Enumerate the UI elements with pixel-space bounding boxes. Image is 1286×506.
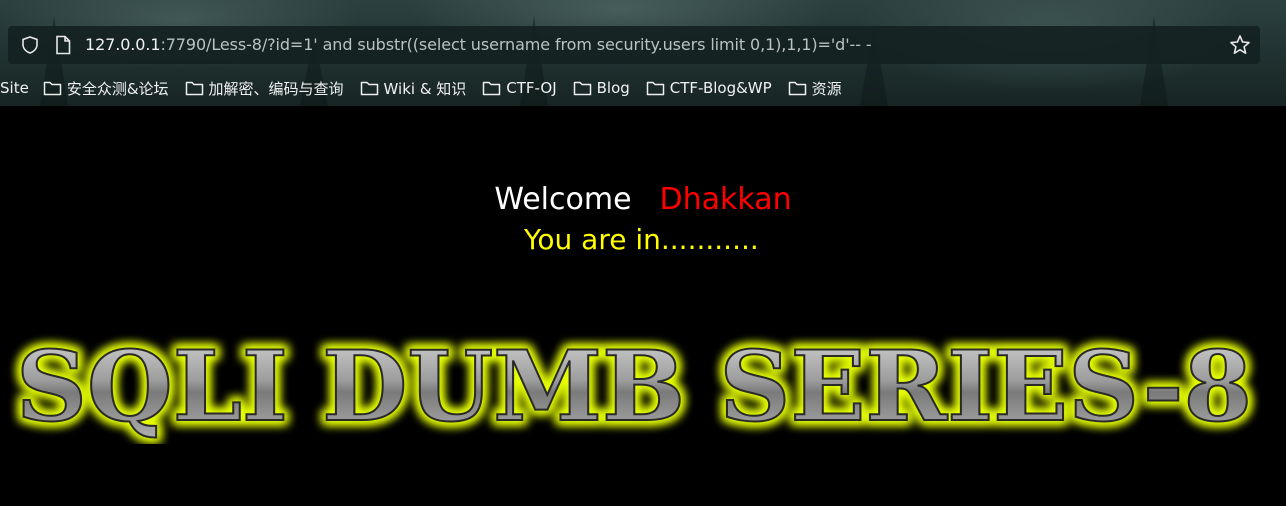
welcome-text: Welcome bbox=[494, 182, 632, 217]
bookmark-label: Wiki & 知识 bbox=[383, 79, 467, 98]
url-input[interactable]: 127.0.0.1:7790/Less-8/?id=1' and substr(… bbox=[85, 26, 872, 64]
bookmark-item[interactable]: Site bbox=[0, 79, 29, 97]
bookmark-item[interactable]: Wiki & 知识 bbox=[360, 78, 467, 99]
bookmark-item[interactable]: 资源 bbox=[788, 78, 842, 99]
folder-icon bbox=[43, 81, 62, 96]
bookmarks-bar: Site 安全众测&论坛 加解密、编码与查询 Wiki & 知识 CTF-OJ Blog C… bbox=[0, 76, 858, 100]
url-path: :7790/Less-8/?id=1' and substr((select u… bbox=[160, 35, 872, 54]
bookmark-label: CTF-OJ bbox=[506, 79, 557, 97]
folder-icon bbox=[573, 81, 591, 96]
welcome-line: Welcome Dhakkan bbox=[0, 182, 1286, 218]
folder-icon bbox=[646, 81, 665, 96]
address-bar[interactable]: 127.0.0.1:7790/Less-8/?id=1' and substr(… bbox=[8, 26, 1260, 64]
page-content: Welcome Dhakkan You are in........... SQL… bbox=[0, 106, 1286, 506]
folder-icon bbox=[788, 81, 806, 96]
bookmark-item[interactable]: 安全众测&论坛 bbox=[43, 78, 169, 99]
bookmark-item[interactable]: CTF-Blog&WP bbox=[646, 79, 772, 97]
bookmark-star-icon[interactable] bbox=[1229, 34, 1251, 56]
banner-image: SQLI DUMB SERIES-8 SQLI DUMB SERIES-8 bbox=[12, 326, 1256, 444]
url-host: 127.0.0.1 bbox=[85, 35, 161, 54]
shield-icon[interactable] bbox=[20, 35, 40, 55]
bookmark-item[interactable]: 加解密、编码与查询 bbox=[185, 78, 344, 99]
browser-chrome: 127.0.0.1:7790/Less-8/?id=1' and substr(… bbox=[0, 0, 1286, 106]
bookmark-label: 安全众测&论坛 bbox=[66, 79, 169, 98]
bookmark-label: 加解密、编码与查询 bbox=[208, 79, 344, 98]
bookmark-item[interactable]: Blog bbox=[573, 79, 630, 97]
folder-icon bbox=[185, 81, 203, 96]
bookmark-label: 资源 bbox=[811, 79, 842, 98]
bookmark-label: CTF-Blog&WP bbox=[669, 79, 772, 97]
username-text: Dhakkan bbox=[659, 182, 792, 217]
folder-icon bbox=[483, 81, 501, 96]
folder-icon bbox=[360, 81, 378, 96]
page-icon[interactable] bbox=[54, 35, 72, 55]
banner-title: SQLI DUMB SERIES-8 bbox=[16, 330, 1252, 443]
bookmark-label: Blog bbox=[596, 79, 630, 97]
bookmark-label: Site bbox=[0, 79, 29, 97]
bookmark-item[interactable]: CTF-OJ bbox=[482, 79, 557, 97]
status-message: You are in........... bbox=[524, 223, 759, 256]
